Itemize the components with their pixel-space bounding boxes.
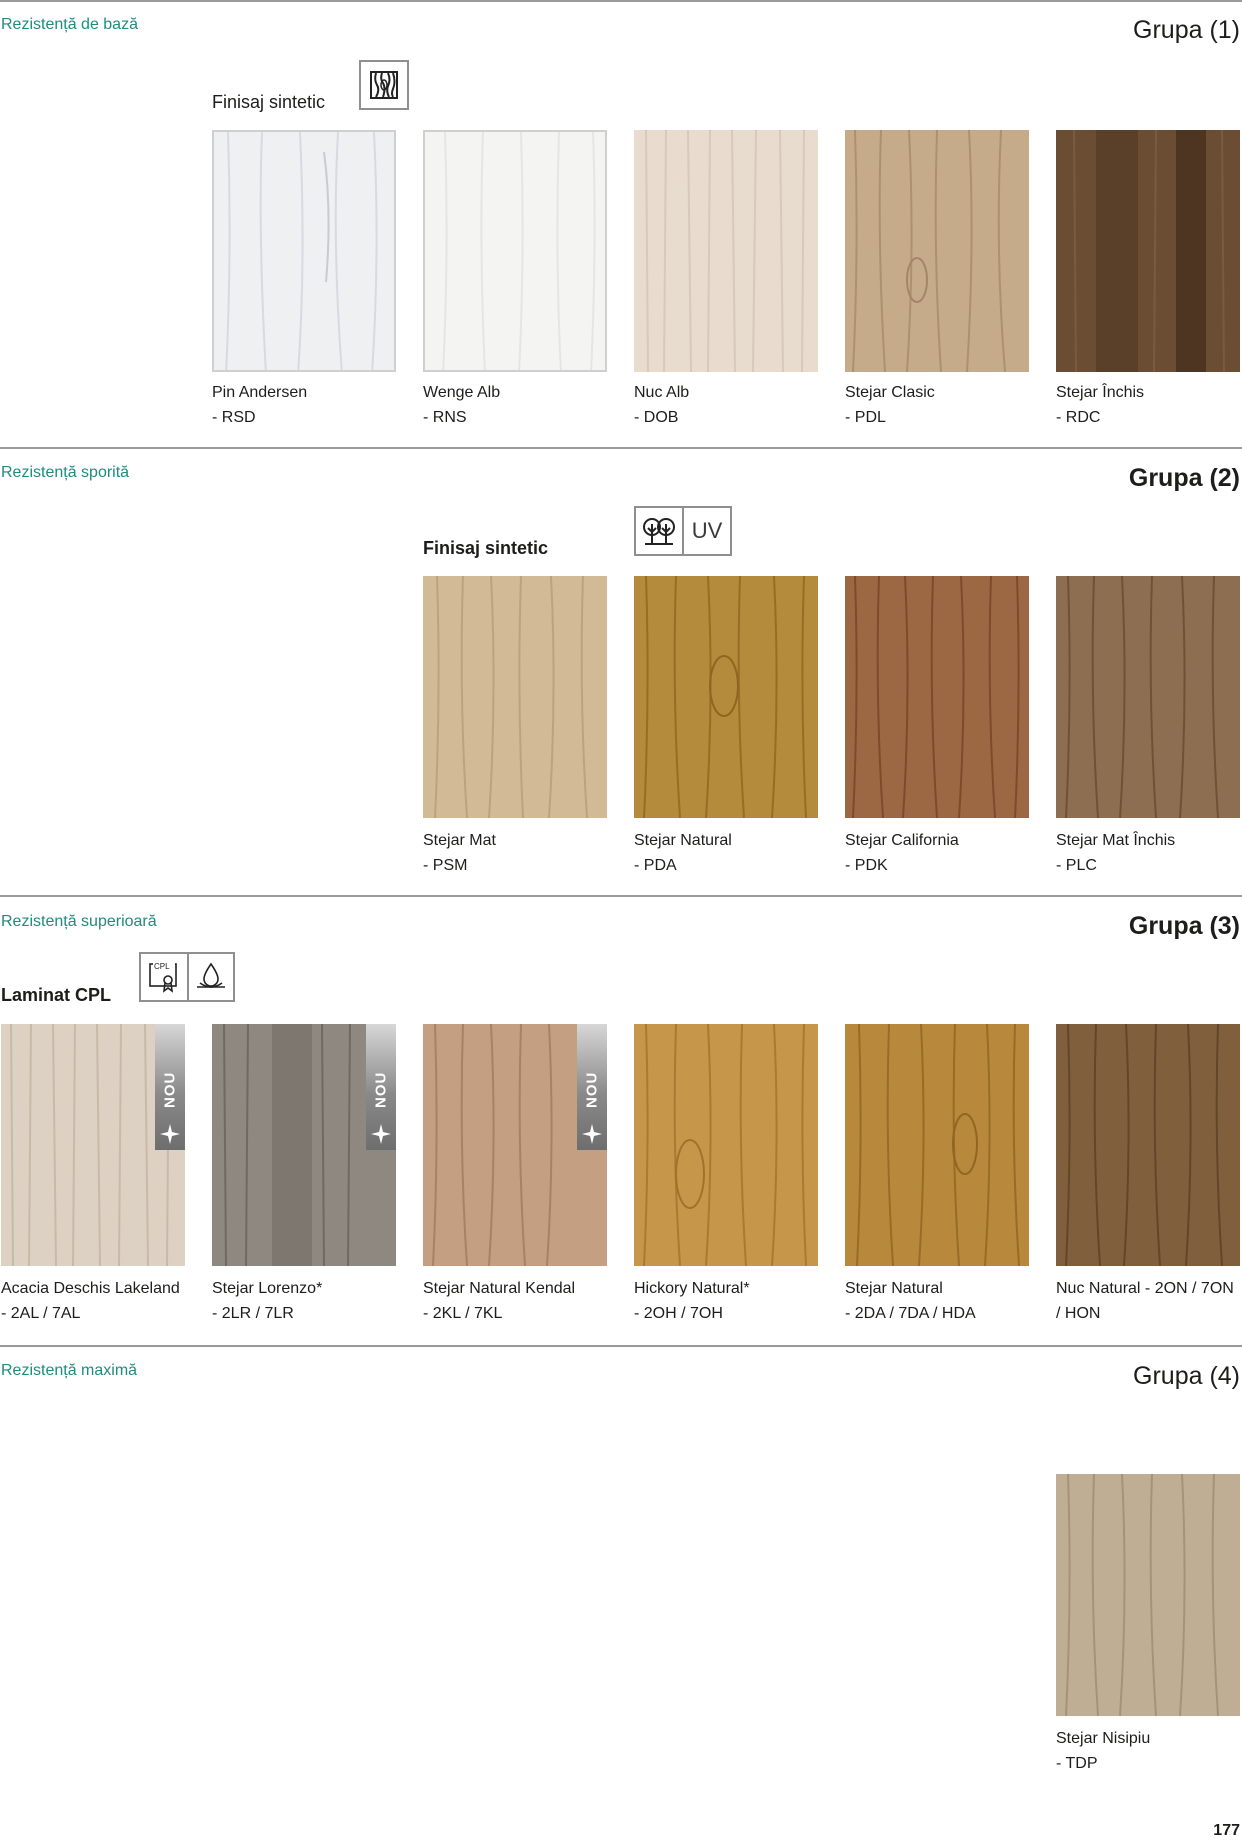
swatch-code: - 2LR / 7LR — [212, 1305, 294, 1322]
section-divider — [0, 895, 1242, 897]
page-number: 177 — [1213, 1822, 1240, 1839]
section-divider — [0, 0, 1242, 2]
wood-texture — [1056, 1474, 1240, 1716]
finish-label: Laminat CPL — [1, 985, 112, 1005]
wood-swatch — [1056, 1024, 1240, 1266]
wood-texture — [423, 576, 607, 818]
wood-swatch — [845, 130, 1029, 372]
swatch-name: Stejar Natural — [845, 1280, 943, 1297]
section-divider — [0, 447, 1242, 449]
wood-swatch — [1056, 576, 1240, 818]
finish-icons: CPL — [139, 952, 235, 1002]
group-title: Grupa (2) — [1128, 464, 1240, 492]
swatch-code: - RDC — [1056, 409, 1101, 426]
wood-swatch — [1056, 130, 1240, 372]
swatch-name: Hickory Natural* — [634, 1280, 750, 1297]
swatch-code: - 2AL / 7AL — [1, 1305, 81, 1322]
swatch-code: / HON — [1056, 1305, 1101, 1322]
swatch-code: - DOB — [634, 409, 679, 426]
resistance-label: Rezistență maximă — [1, 1362, 138, 1379]
wood-swatch — [845, 1024, 1029, 1266]
finish-label: Finisaj sintetic — [212, 92, 326, 112]
group-title: Grupa (1) — [1133, 16, 1240, 44]
swatch-code: - RSD — [212, 409, 256, 426]
new-badge: NOU — [577, 1024, 607, 1150]
section-divider — [0, 1345, 1242, 1347]
resistance-label: Rezistență sporită — [1, 464, 130, 481]
swatch-name: Stejar Clasic — [845, 384, 935, 401]
cpl-certificate-icon: CPL — [141, 954, 187, 1000]
star-icon — [582, 1124, 602, 1144]
resistance-label: Rezistență superioară — [1, 913, 157, 930]
swatch-code: - TDP — [1056, 1755, 1098, 1772]
swatch-code: - 2OH / 7OH — [634, 1305, 723, 1322]
wood-texture — [1056, 130, 1240, 372]
wood-swatch — [634, 576, 818, 818]
swatch-name: Nuc Alb — [634, 384, 690, 401]
wood-grain-icon — [361, 62, 407, 108]
wood-texture — [845, 1024, 1029, 1266]
new-badge-label: NOU — [161, 1071, 179, 1109]
finish-icons — [359, 60, 409, 110]
svg-text:CPL: CPL — [154, 962, 170, 971]
group-title: Grupa (4) — [1133, 1362, 1240, 1390]
wood-texture — [634, 576, 818, 818]
wood-swatch — [634, 130, 818, 372]
swatch-code: - PDL — [845, 409, 886, 426]
swatch-code: - PDK — [845, 857, 888, 874]
new-badge-label: NOU — [372, 1071, 390, 1109]
wood-swatch — [1056, 1474, 1240, 1716]
finish-label: Finisaj sintetic — [423, 538, 549, 558]
wood-swatch — [423, 130, 607, 372]
swatch-code: - PSM — [423, 857, 468, 874]
swatch-name: Stejar Natural — [634, 832, 732, 849]
wood-swatch — [845, 576, 1029, 818]
group-title: Grupa (3) — [1128, 912, 1240, 940]
swatch-code: - PLC — [1056, 857, 1097, 874]
wood-swatch — [634, 1024, 818, 1266]
wood-texture — [425, 132, 605, 370]
finish-icons: UV — [634, 506, 732, 556]
star-icon — [371, 1124, 391, 1144]
swatch-name: Stejar Lorenzo* — [212, 1280, 323, 1297]
wood-texture — [845, 130, 1029, 372]
swatch-code: - PDA — [634, 857, 677, 874]
wood-swatch: NOU — [423, 1024, 607, 1266]
trees-icon — [636, 508, 682, 554]
wood-texture — [845, 576, 1029, 818]
swatch-code: - 2KL / 7KL — [423, 1305, 503, 1322]
resistance-label: Rezistență de bază — [1, 16, 138, 33]
star-icon — [160, 1124, 180, 1144]
swatch-name: Nuc Natural - 2ON / 7ON — [1056, 1280, 1234, 1297]
wood-texture — [214, 132, 394, 370]
wood-swatch: NOU — [212, 1024, 396, 1266]
swatch-name: Stejar Mat Închis — [1056, 832, 1176, 849]
swatch-name: Wenge Alb — [423, 384, 501, 401]
swatch-name: Stejar Natural Kendal — [423, 1280, 576, 1297]
wood-texture — [1056, 1024, 1240, 1266]
water-drop-icon — [187, 954, 233, 1000]
swatch-name: Pin Andersen — [212, 384, 308, 401]
uv-icon: UV — [682, 508, 730, 554]
swatch-name: Stejar Nisipiu — [1056, 1730, 1151, 1747]
wood-texture — [1056, 576, 1240, 818]
wood-swatch — [423, 576, 607, 818]
wood-swatch — [212, 130, 396, 372]
swatch-code: - 2DA / 7DA / HDA — [845, 1305, 976, 1322]
swatch-name: Stejar Mat — [423, 832, 496, 849]
swatch-name: Stejar California — [845, 832, 959, 849]
new-badge: NOU — [155, 1024, 185, 1150]
swatch-name: Stejar Închis — [1056, 384, 1145, 401]
wood-texture — [634, 1024, 818, 1266]
swatch-code: - RNS — [423, 409, 467, 426]
swatch-name: Acacia Deschis Lakeland — [1, 1280, 180, 1297]
new-badge: NOU — [366, 1024, 396, 1150]
wood-texture — [634, 130, 818, 372]
new-badge-label: NOU — [583, 1071, 601, 1109]
wood-swatch: NOU — [1, 1024, 185, 1266]
